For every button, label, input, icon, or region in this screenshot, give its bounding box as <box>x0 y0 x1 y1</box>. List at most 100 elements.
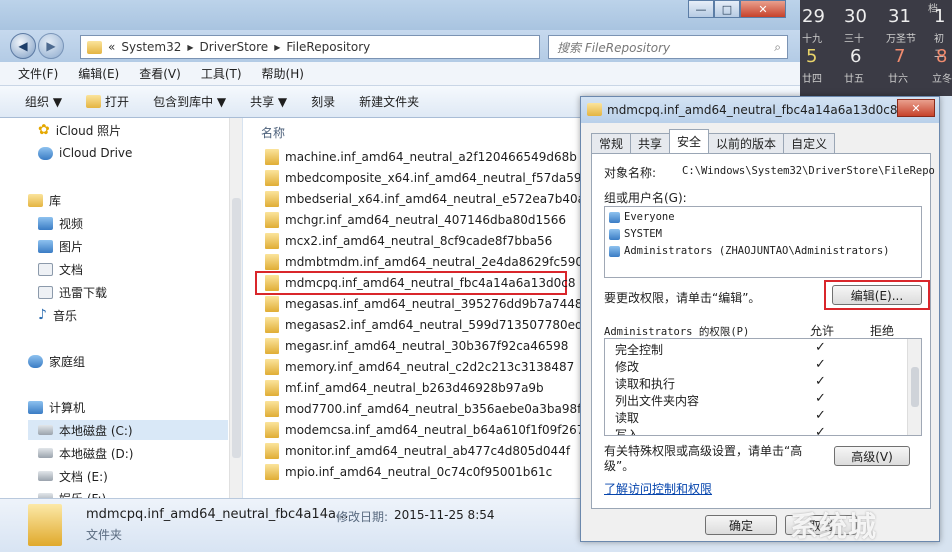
dialog-title-bar[interactable]: mdmcpq.inf_amd64_neutral_fbc4a14a6a13d0c… <box>581 97 939 123</box>
list-item[interactable]: mchgr.inf_amd64_neutral_407146dba80d1566 <box>265 210 566 230</box>
scrollbar-thumb[interactable] <box>232 198 241 458</box>
organize-button[interactable]: 组织 ▼ <box>25 93 62 110</box>
tree-item-drive-f[interactable]: 娱乐 (F:) <box>38 488 106 498</box>
list-item[interactable]: mbedcomposite_x64.inf_amd64_neutral_f57d… <box>265 168 581 188</box>
calendar-lunar: 万圣节 <box>886 34 916 45</box>
close-button[interactable]: ✕ <box>740 0 786 18</box>
address-overflow[interactable]: « <box>108 40 115 54</box>
tree-item-homegroup[interactable]: 家庭组 <box>28 351 85 371</box>
tree-item-drive-c[interactable]: 本地磁盘 (C:) <box>28 420 228 440</box>
edit-button[interactable]: 编辑(E)... <box>832 285 922 305</box>
search-icon[interactable]: ⌕ <box>774 40 781 55</box>
file-name: mf.inf_amd64_neutral_b263d46928b97a9b <box>285 381 544 395</box>
calendar-day[interactable]: 5 <box>806 46 817 67</box>
folder-icon <box>265 317 279 333</box>
calendar-day[interactable]: 30 <box>844 6 867 27</box>
list-item-selected[interactable]: mdmcpq.inf_amd64_neutral_fbc4a14a6a13d0c… <box>255 271 575 295</box>
calendar-lunar: 三十 <box>844 34 864 45</box>
scrollbar-thumb[interactable] <box>911 367 919 407</box>
tree-item-pictures[interactable]: 图片 <box>38 236 83 256</box>
breadcrumb-separator[interactable]: ▶ <box>274 43 280 52</box>
tab-customize[interactable]: 自定义 <box>783 133 836 153</box>
list-item[interactable]: machine.inf_amd64_neutral_a2f120466549d6… <box>265 147 577 167</box>
object-name-value: C:\Windows\System32\DriverStore\FileRepo <box>682 165 935 177</box>
dialog-close-button[interactable]: ✕ <box>897 99 935 117</box>
list-item[interactable]: megasas2.inf_amd64_neutral_599d713507780… <box>265 315 581 335</box>
list-item[interactable]: mf.inf_amd64_neutral_b263d46928b97a9b <box>265 378 544 398</box>
open-button[interactable]: 打开 <box>86 93 129 110</box>
breadcrumb-separator[interactable]: ▶ <box>187 43 193 52</box>
list-item[interactable]: mod7700.inf_amd64_neutral_b356aebe0a3ba9… <box>265 399 581 419</box>
tree-item-video[interactable]: 视频 <box>38 213 83 233</box>
special-permission-hint: 有关特殊权限或高级设置，请单击“高级”。 <box>604 444 803 473</box>
tab-general[interactable]: 常规 <box>591 133 632 153</box>
tree-item-library[interactable]: 库 <box>28 190 61 210</box>
calendar-day[interactable]: 29 <box>802 6 825 27</box>
menu-file[interactable]: 文件(F) <box>18 65 58 82</box>
tab-sharing[interactable]: 共享 <box>630 133 671 153</box>
calendar-day[interactable]: 6 <box>850 46 861 67</box>
navigation-scrollbar[interactable] <box>229 118 242 498</box>
maximize-button[interactable]: □ <box>714 0 740 18</box>
properties-dialog: mdmcpq.inf_amd64_neutral_fbc4a14a6a13d0c… <box>580 96 940 542</box>
tab-security[interactable]: 安全 <box>669 129 710 153</box>
calendar-day[interactable]: 31 <box>888 6 911 27</box>
permission-scrollbar[interactable] <box>907 339 921 435</box>
search-box[interactable]: 搜索 FileRepository ⌕ <box>548 35 788 59</box>
file-name: modemcsa.inf_amd64_neutral_b64a610f1f09f… <box>285 423 581 437</box>
breadcrumb-driverstore[interactable]: DriverStore <box>200 40 269 54</box>
list-item[interactable]: mbedserial_x64.inf_amd64_neutral_e572ea7… <box>265 189 581 209</box>
folder-icon <box>265 254 279 270</box>
tree-item-music[interactable]: ♪ 音乐 <box>38 305 77 325</box>
list-item[interactable]: mpio.inf_amd64_neutral_0c74c0f95001b61c <box>265 462 552 482</box>
tree-item-drive-e[interactable]: 文档 (E:) <box>38 466 108 486</box>
list-item[interactable]: megasr.inf_amd64_neutral_30b367f92ca4659… <box>265 336 568 356</box>
user-list[interactable]: Everyone SYSTEM Administrators (ZHAOJUNT… <box>604 206 922 278</box>
menu-edit[interactable]: 编辑(E) <box>78 65 119 82</box>
user-item-system[interactable]: SYSTEM <box>609 228 662 240</box>
back-button[interactable]: ◀ <box>10 33 36 59</box>
new-folder-button[interactable]: 新建文件夹 <box>359 93 419 110</box>
calendar-day[interactable]: 7 <box>894 46 905 67</box>
folder-icon <box>265 464 279 480</box>
advanced-button[interactable]: 高级(V) <box>834 446 910 466</box>
minimize-button[interactable]: — <box>688 0 714 18</box>
menu-help[interactable]: 帮助(H) <box>262 65 304 82</box>
list-item[interactable]: megasas.inf_amd64_neutral_395276dd9b7a74… <box>265 294 581 314</box>
menu-view[interactable]: 查看(V) <box>139 65 181 82</box>
column-header-name[interactable]: 名称 <box>261 124 285 141</box>
list-item[interactable]: mcx2.inf_amd64_neutral_8cf9cade8f7bba56 <box>265 231 552 251</box>
calendar-day[interactable]: 1 <box>934 6 945 27</box>
address-bar[interactable]: « System32 ▶ DriverStore ▶ FileRepositor… <box>80 35 540 59</box>
access-control-help-link[interactable]: 了解访问控制和权限 <box>604 480 712 497</box>
list-item[interactable]: modemcsa.inf_amd64_neutral_b64a610f1f09f… <box>265 420 581 440</box>
tree-item-documents[interactable]: 文档 <box>38 259 83 279</box>
tree-item-icloud-photos[interactable]: ✿ iCloud 照片 <box>38 120 121 140</box>
breadcrumb-system32[interactable]: System32 <box>121 40 181 54</box>
ok-button[interactable]: 确定 <box>705 515 777 535</box>
folder-icon <box>87 40 102 54</box>
menu-tools[interactable]: 工具(T) <box>201 65 242 82</box>
user-item-administrators[interactable]: Administrators (ZHAOJUNTAO\Administrator… <box>609 245 890 257</box>
user-item-everyone[interactable]: Everyone <box>609 211 675 223</box>
list-item[interactable]: memory.inf_amd64_neutral_c2d2c213c313848… <box>265 357 574 377</box>
tree-item-computer[interactable]: 计算机 <box>28 397 85 417</box>
include-in-library-button[interactable]: 包含到库中 ▼ <box>153 93 226 110</box>
share-button[interactable]: 共享 ▼ <box>250 93 287 110</box>
tree-item-xunlei[interactable]: 迅雷下载 <box>38 282 107 302</box>
folder-icon <box>265 359 279 375</box>
search-input[interactable]: 搜索 FileRepository <box>557 39 670 56</box>
forward-button[interactable]: ▶ <box>38 33 64 59</box>
details-type: 文件夹 <box>86 528 123 542</box>
tree-item-drive-d[interactable]: 本地磁盘 (D:) <box>38 443 133 463</box>
breadcrumb-filerepository[interactable]: FileRepository <box>286 40 370 54</box>
list-item[interactable]: monitor.inf_amd64_neutral_ab477c4d805d04… <box>265 441 570 461</box>
tab-previous-versions[interactable]: 以前的版本 <box>708 133 785 153</box>
folder-icon <box>587 103 602 116</box>
tree-item-icloud-drive[interactable]: iCloud Drive <box>38 143 132 163</box>
calendar-day[interactable]: 8 <box>936 46 947 67</box>
burn-button[interactable]: 刻录 <box>311 93 335 110</box>
list-item[interactable]: mdmbtmdm.inf_amd64_neutral_2e4da8629fc59… <box>265 252 581 272</box>
drive-icon <box>38 448 53 458</box>
folder-icon <box>265 233 279 249</box>
